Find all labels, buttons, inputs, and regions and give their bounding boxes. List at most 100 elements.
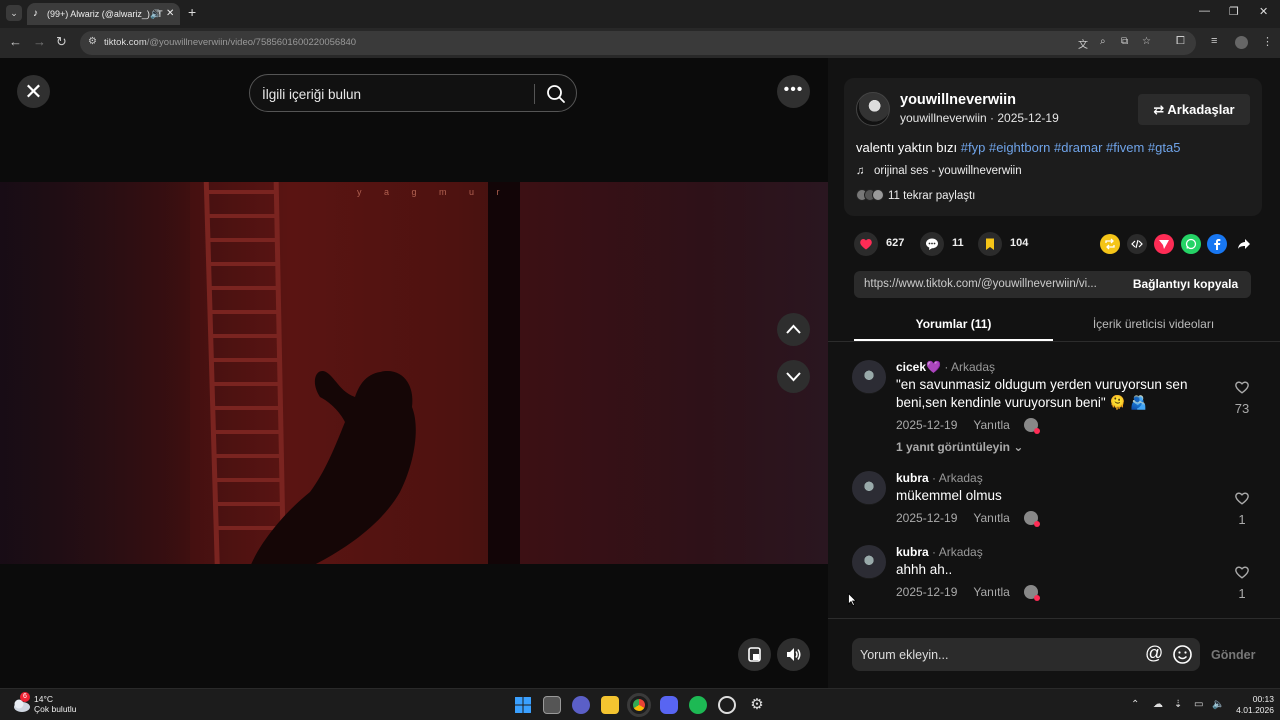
task-view-icon[interactable] bbox=[543, 696, 561, 714]
music-link[interactable]: ♫ orijinal ses - youwillneverwiin bbox=[856, 165, 1022, 177]
tray-overflow-icon[interactable]: ⌃ bbox=[1131, 699, 1139, 710]
weather-widget[interactable]: 14°C Çok bulutlu bbox=[34, 694, 77, 714]
chrome-icon[interactable] bbox=[627, 693, 651, 717]
facebook-share-button[interactable] bbox=[1207, 234, 1227, 254]
tab-comments[interactable]: Yorumlar (11) bbox=[854, 317, 1053, 331]
settings-gear-icon[interactable]: ⚙ bbox=[748, 696, 766, 714]
repost-info[interactable]: 11 tekrar paylaştı bbox=[856, 189, 975, 202]
whatsapp-share-button[interactable] bbox=[1181, 234, 1201, 254]
send-to-friends-button[interactable] bbox=[1154, 234, 1174, 254]
comment-input[interactable] bbox=[860, 645, 1130, 664]
author-display-name[interactable]: youwillneverwiin bbox=[900, 92, 1016, 108]
onedrive-icon[interactable]: ☁ bbox=[1153, 699, 1163, 710]
creator-liked-avatar bbox=[1023, 418, 1040, 434]
copilot-icon[interactable] bbox=[572, 696, 590, 714]
browser-tab-active[interactable]: ♪ (99+) Alwariz (@alwariz_) | T 🔊 ✕ bbox=[27, 3, 180, 25]
zoom-icon[interactable]: ⌕ bbox=[1100, 36, 1106, 47]
view-replies-button[interactable]: 1 yanıt görüntüleyin ⌄ bbox=[896, 440, 1023, 454]
commenter-name[interactable]: kubra bbox=[896, 471, 929, 485]
bookmark-star-icon[interactable]: ☆ bbox=[1142, 36, 1151, 47]
install-app-icon[interactable]: ⧉ bbox=[1121, 36, 1128, 47]
like-count: 627 bbox=[886, 237, 905, 249]
comment-like-button[interactable]: 1 bbox=[1228, 491, 1256, 527]
author-avatar[interactable] bbox=[856, 92, 890, 126]
related-search-box[interactable] bbox=[249, 74, 577, 112]
file-explorer-icon[interactable] bbox=[601, 696, 619, 714]
tab-search-icon[interactable]: ⌄ bbox=[6, 5, 22, 21]
window-close-icon[interactable]: ✕ bbox=[1259, 5, 1268, 18]
floating-player-button[interactable] bbox=[738, 638, 771, 671]
comment-like-count: 1 bbox=[1238, 512, 1246, 527]
reply-button[interactable]: Yanıtla bbox=[973, 511, 1009, 525]
tab-creator-videos[interactable]: İçerik üreticisi videoları bbox=[1054, 317, 1253, 331]
comment-like-button[interactable]: 73 bbox=[1228, 380, 1256, 416]
spotify-icon[interactable] bbox=[689, 696, 707, 714]
close-video-button[interactable]: ✕ bbox=[17, 75, 50, 108]
media-control-icon[interactable]: ≡ bbox=[1211, 35, 1217, 47]
weather-temperature: 14°C bbox=[34, 694, 53, 704]
search-icon[interactable] bbox=[545, 83, 567, 105]
add-comment-bar: @ Gönder bbox=[828, 618, 1280, 688]
obs-icon[interactable] bbox=[718, 696, 736, 714]
author-card: youwillneverwiin youwillneverwiin · 2025… bbox=[844, 78, 1262, 216]
reload-icon[interactable]: ↻ bbox=[56, 34, 67, 50]
comment-date: 2025-12-19 bbox=[896, 511, 958, 525]
friends-button[interactable]: ⇄ Arkadaşlar bbox=[1138, 94, 1250, 125]
paper-plane-icon bbox=[1159, 240, 1169, 249]
repost-share-button[interactable] bbox=[1100, 234, 1120, 254]
restore-icon[interactable]: ❐ bbox=[1229, 5, 1239, 18]
system-clock[interactable]: 00:13 4.01.2026 bbox=[1228, 694, 1274, 716]
tab-audio-icon[interactable]: 🔊 bbox=[150, 3, 161, 25]
search-divider bbox=[534, 84, 535, 104]
video-frame[interactable]: y a g m u r bbox=[0, 182, 828, 564]
weather-badge: 6 bbox=[20, 692, 30, 702]
new-tab-icon[interactable]: + bbox=[188, 4, 196, 20]
windows-taskbar: 6 14°C Çok bulutlu ⚙ ⌃ ☁ ⇣ ▭ 🔈 00:13 4.01.… bbox=[0, 688, 1280, 720]
back-icon[interactable]: ← bbox=[9, 34, 22, 49]
caption-text: valentı yaktın bızı bbox=[856, 140, 961, 155]
related-search-input[interactable] bbox=[262, 84, 532, 104]
copy-link-button[interactable]: Bağlantıyı kopyala bbox=[1120, 271, 1251, 298]
tab-close-icon[interactable]: ✕ bbox=[166, 3, 174, 25]
commenter-avatar[interactable] bbox=[852, 471, 886, 505]
extensions-icon[interactable]: ⧠ bbox=[1176, 35, 1185, 48]
send-comment-button[interactable]: Gönder bbox=[1211, 648, 1255, 662]
reply-button[interactable]: Yanıtla bbox=[973, 418, 1009, 432]
discord-icon[interactable] bbox=[660, 696, 678, 714]
usb-icon[interactable]: ⇣ bbox=[1174, 699, 1182, 710]
mention-icon[interactable]: @ bbox=[1145, 643, 1163, 664]
commenter-avatar[interactable] bbox=[852, 360, 886, 394]
video-link-text[interactable]: https://www.tiktok.com/@youwillneverwiin… bbox=[864, 278, 1118, 290]
forward-icon[interactable]: → bbox=[33, 34, 46, 49]
minimize-icon[interactable]: — bbox=[1199, 5, 1210, 17]
more-options-button[interactable]: ••• bbox=[777, 75, 810, 108]
heart-outline-icon bbox=[1235, 566, 1249, 579]
commenter-avatar[interactable] bbox=[852, 545, 886, 579]
site-info-icon[interactable]: ⚙ bbox=[88, 36, 97, 47]
windows-start-icon[interactable] bbox=[514, 696, 532, 714]
volume-button[interactable] bbox=[777, 638, 810, 671]
commenter-name[interactable]: cicek💜 bbox=[896, 360, 941, 374]
action-bar: 627 11 104 bbox=[844, 230, 1262, 258]
browser-menu-icon[interactable]: ⋮ bbox=[1262, 35, 1273, 48]
commenter-name[interactable]: kubra bbox=[896, 545, 929, 559]
comment-input-box[interactable]: @ bbox=[852, 638, 1200, 671]
volume-tray-icon[interactable]: 🔈 bbox=[1212, 699, 1224, 710]
comment-date: 2025-12-19 bbox=[896, 418, 958, 432]
translate-icon[interactable]: 文 bbox=[1078, 36, 1088, 51]
emoji-icon[interactable] bbox=[1172, 644, 1193, 665]
address-bar[interactable]: ⚙ tiktok.com/@youwillneverwiin/video/758… bbox=[80, 31, 1196, 55]
profile-avatar-icon[interactable] bbox=[1235, 36, 1248, 49]
browser-tab-strip: ⌄ ♪ (99+) Alwariz (@alwariz_) | T 🔊 ✕ + … bbox=[0, 0, 1280, 28]
embed-button[interactable] bbox=[1127, 234, 1147, 254]
display-icon[interactable]: ▭ bbox=[1194, 699, 1203, 710]
next-video-button[interactable] bbox=[777, 360, 810, 393]
url-text[interactable]: tiktok.com/@youwillneverwiin/video/75856… bbox=[104, 37, 356, 48]
more-share-button[interactable] bbox=[1233, 234, 1253, 254]
previous-video-button[interactable] bbox=[777, 313, 810, 346]
comment-like-button[interactable]: 1 bbox=[1228, 565, 1256, 601]
caption-hashtags[interactable]: #fyp #eightborn #dramar #fivem #gta5 bbox=[961, 140, 1181, 155]
friend-tag: · Arkadaş bbox=[932, 545, 983, 559]
creator-liked-avatar bbox=[1023, 585, 1040, 601]
reply-button[interactable]: Yanıtla bbox=[973, 585, 1009, 599]
